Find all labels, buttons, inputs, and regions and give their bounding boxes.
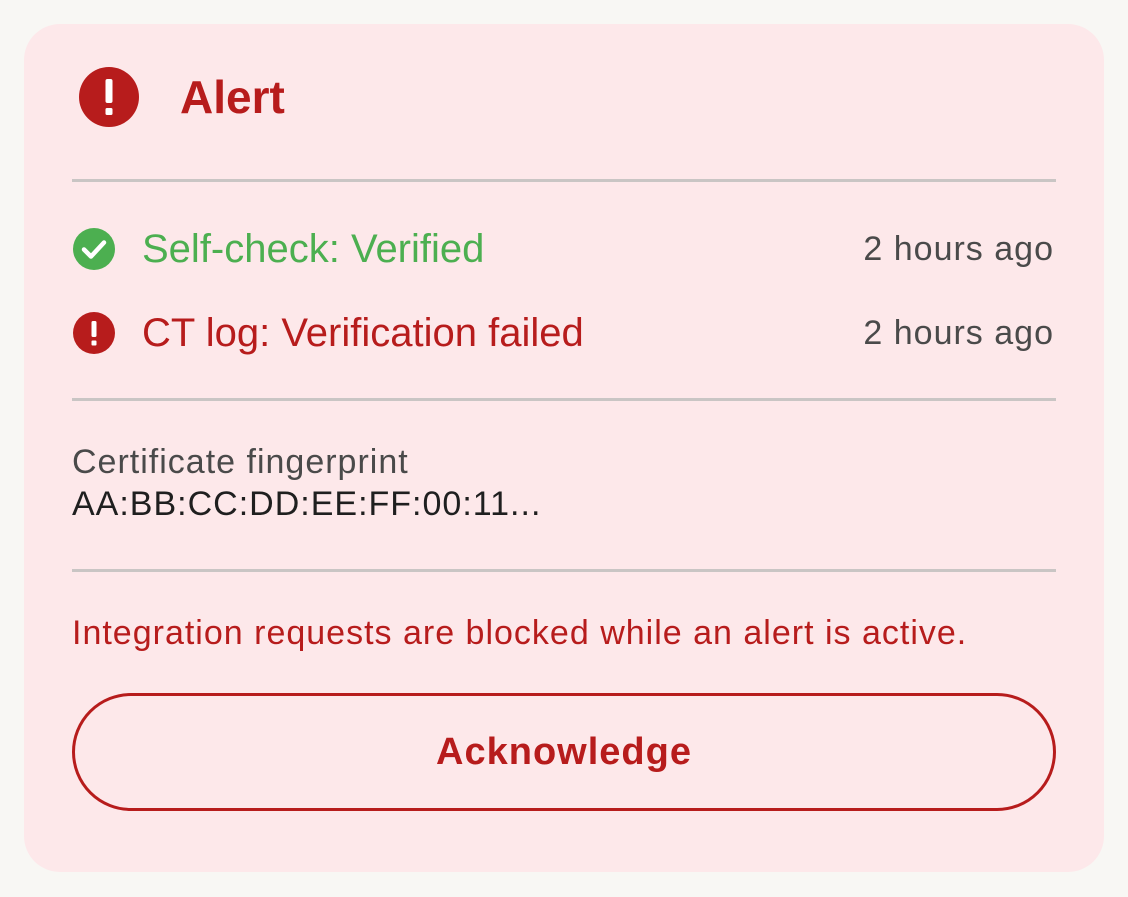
check-timestamp: 2 hours ago bbox=[863, 313, 1054, 352]
blocked-notice: Integration requests are blocked while a… bbox=[72, 614, 968, 652]
check-label: Self-check: Verified bbox=[142, 226, 485, 271]
error-icon bbox=[79, 66, 139, 127]
check-row-ct-log: CT log: Verification failed 2 hours ago bbox=[72, 308, 1056, 358]
certificate-fingerprint: Certificate fingerprint AA:BB:CC:DD:EE:F… bbox=[72, 401, 1056, 572]
check-timestamp: 2 hours ago bbox=[863, 229, 1054, 268]
check-circle-icon bbox=[73, 228, 115, 270]
acknowledge-button[interactable]: Acknowledge bbox=[72, 693, 1056, 811]
alert-title: Alert bbox=[180, 70, 285, 123]
alert-card: Alert Self-check: Verified 2 hours ago C… bbox=[24, 24, 1104, 872]
fingerprint-label: Certificate fingerprint bbox=[72, 443, 409, 481]
check-list: Self-check: Verified 2 hours ago CT log:… bbox=[72, 182, 1056, 401]
check-row-self-check: Self-check: Verified 2 hours ago bbox=[72, 224, 1056, 274]
fingerprint-value: AA:BB:CC:DD:EE:FF:00:11... bbox=[72, 485, 542, 523]
error-icon bbox=[73, 312, 115, 354]
alert-header: Alert bbox=[72, 24, 1056, 182]
check-label: CT log: Verification failed bbox=[142, 310, 584, 355]
